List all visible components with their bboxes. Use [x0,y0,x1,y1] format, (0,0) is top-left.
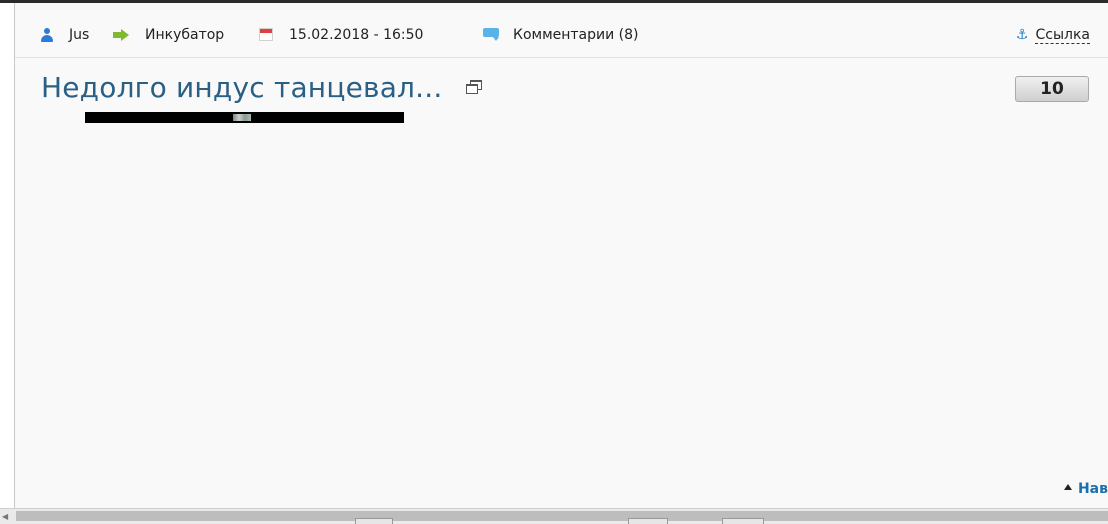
image-thumbnail [233,114,251,121]
scrollbar-track[interactable] [16,511,1108,521]
comments-link[interactable]: Комментарии (8) [513,25,639,45]
popup-window-icon[interactable] [465,80,482,94]
nav-up-link[interactable]: Нав [1063,481,1108,497]
rating-badge[interactable]: 10 [1015,76,1089,102]
post-title-text[interactable]: Недолго индус танцевал... [41,71,442,104]
post-datetime: 15.02.2018 - 16:50 [289,27,424,43]
user-icon [41,28,53,42]
calendar-icon [259,28,273,41]
arrow-right-icon [113,29,129,41]
horizontal-scrollbar[interactable]: ◀ [0,508,1108,524]
post-meta-bar: Jus Инкубатор 15.02.2018 - 16:50 Коммент… [15,3,1108,58]
category-link[interactable]: Инкубатор [145,25,224,45]
scrollbar-thumb[interactable] [628,518,668,524]
triangle-up-icon [1063,484,1072,490]
permalink-label[interactable]: Ссылка [1035,27,1090,44]
post-title[interactable]: Недолго индус танцевал... [41,71,482,104]
comment-icon [483,28,499,41]
anchor-icon: ⚓ [1015,27,1029,43]
nav-up-label[interactable]: Нав [1078,481,1108,497]
scrollbar-thumb[interactable] [722,518,764,524]
post-image[interactable] [85,112,404,123]
post-panel: Jus Инкубатор 15.02.2018 - 16:50 Коммент… [15,3,1108,508]
scroll-left-arrow-icon[interactable]: ◀ [2,512,8,521]
author-link[interactable]: Jus [69,25,89,45]
permalink[interactable]: ⚓ Ссылка [1013,25,1090,45]
scrollbar-thumb[interactable] [355,518,393,524]
